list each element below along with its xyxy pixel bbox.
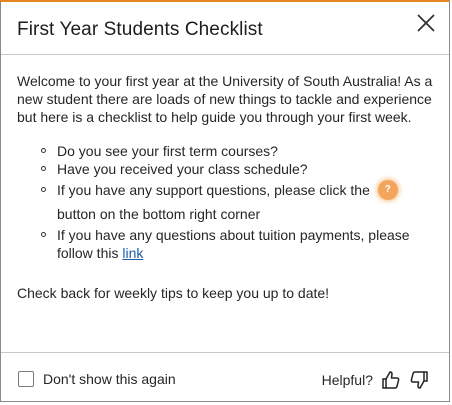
list-item-support: If you have any support questions, pleas…	[41, 178, 435, 226]
checklist-dialog: First Year Students Checklist Welcome to…	[0, 0, 450, 402]
list-item: Do you see your first term courses?	[41, 142, 435, 160]
intro-text: Welcome to your first year at the Univer…	[17, 73, 433, 125]
thumbs-up-button[interactable]	[381, 370, 401, 390]
support-text: If you have any support questions, pleas…	[57, 182, 370, 198]
checklist: Do you see your first term courses? Have…	[17, 142, 435, 262]
thumbs-down-icon	[410, 371, 428, 389]
dont-show-checkbox[interactable]	[18, 371, 34, 387]
dialog-footer: Don't show this again Helpful?	[1, 352, 449, 403]
dialog-header: First Year Students Checklist	[1, 2, 449, 55]
dont-show-again[interactable]: Don't show this again	[18, 371, 176, 387]
helpful-label: Helpful?	[321, 372, 373, 388]
helpful-feedback: Helpful?	[322, 370, 429, 390]
list-item: Have you received your class schedule?	[41, 160, 435, 178]
thumbs-down-button[interactable]	[409, 370, 429, 390]
dont-show-label: Don't show this again	[43, 371, 176, 387]
close-icon	[417, 14, 435, 32]
closing-text: Check back for weekly tips to keep you u…	[17, 285, 330, 301]
tuition-text: If you have any questions about tuition …	[57, 227, 410, 261]
dialog-title: First Year Students Checklist	[17, 19, 263, 40]
support-suffix: button	[57, 206, 96, 222]
list-item-tuition: If you have any questions about tuition …	[41, 226, 435, 262]
support-continuation: on the bottom right corner	[99, 206, 261, 222]
help-icon[interactable]	[377, 180, 398, 201]
thumbs-up-icon	[382, 371, 400, 389]
tuition-link[interactable]: link	[122, 245, 143, 261]
close-button[interactable]	[415, 12, 437, 34]
dialog-body: Welcome to your first year at the Univer…	[17, 72, 435, 302]
